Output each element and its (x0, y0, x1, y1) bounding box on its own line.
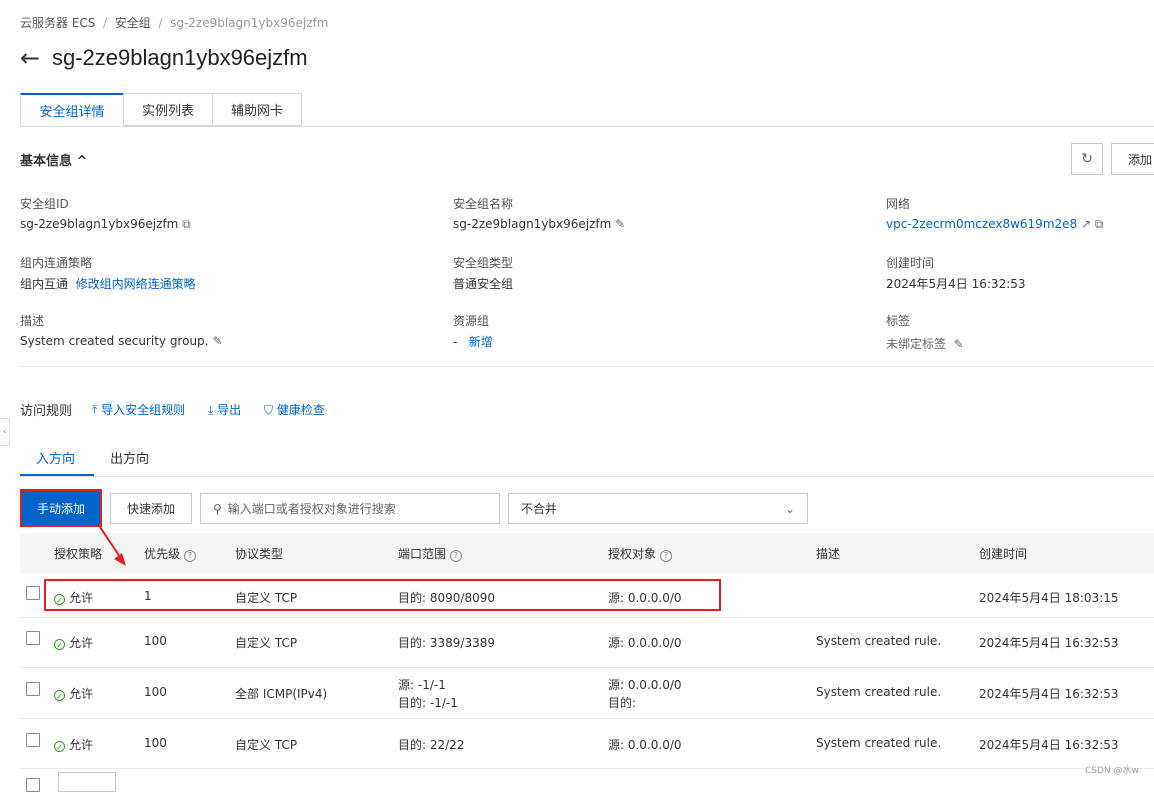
watermark: CSDN @水w (1085, 763, 1139, 776)
annotation-arrow (99, 526, 126, 566)
